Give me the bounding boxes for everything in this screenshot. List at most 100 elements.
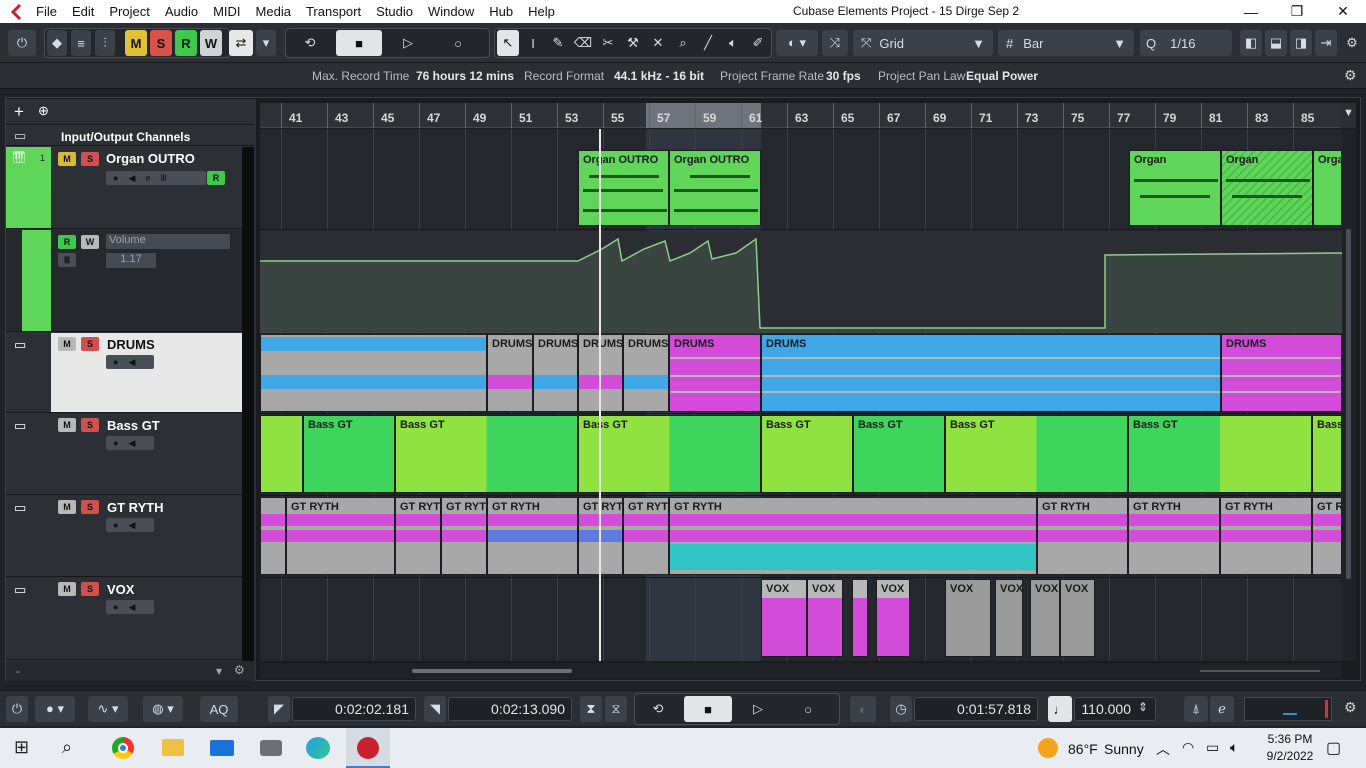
bass-clip[interactable] xyxy=(260,415,303,493)
record-icon[interactable]: ○ xyxy=(790,696,826,722)
bass-clip[interactable]: Bass GT xyxy=(945,415,1128,493)
click-settings-icon[interactable]: ℯ xyxy=(1210,696,1234,722)
lower-zone-icon[interactable]: ⬓ xyxy=(1265,30,1287,56)
minus-icon[interactable]: - xyxy=(16,664,20,678)
inspector-icon[interactable]: ◆ xyxy=(47,30,67,56)
vox-clip[interactable]: VOX xyxy=(945,579,991,657)
mute-all-button[interactable]: M xyxy=(125,30,147,56)
cubase-taskbar-button[interactable] xyxy=(346,728,390,768)
autoscroll-icon[interactable]: ⇄ xyxy=(229,30,253,56)
menu-studio[interactable]: Studio xyxy=(376,4,413,19)
record-enable-icon[interactable]: ● xyxy=(113,438,118,448)
clock-date[interactable]: 9/2/2022 xyxy=(1258,749,1322,763)
quantize-select[interactable]: Q 1/16 xyxy=(1140,30,1232,56)
activate-icon[interactable]: ⏻ xyxy=(6,696,28,722)
bass-clip[interactable]: Bass GT xyxy=(303,415,395,493)
gear-icon[interactable]: ⚙ xyxy=(1342,30,1362,56)
record-icon[interactable]: ○ xyxy=(440,30,476,56)
line-icon[interactable]: ╱ xyxy=(697,30,719,56)
draw-icon[interactable]: ✎ xyxy=(547,30,569,56)
edit-icon[interactable]: e xyxy=(145,173,150,183)
record-enable-icon[interactable]: ● xyxy=(113,520,118,530)
drums-clip[interactable]: DRUMS xyxy=(533,334,578,412)
bass-clip[interactable]: Bass GT xyxy=(395,415,578,493)
glue-icon[interactable]: ⚒ xyxy=(622,30,644,56)
track-gt-ryth[interactable]: ▭ M S GT RYTH ● ◀ xyxy=(6,496,254,577)
cycle-icon[interactable]: ⟲ xyxy=(292,30,328,56)
wifi-icon[interactable]: ◠ xyxy=(1182,739,1194,756)
scroll-thumb[interactable] xyxy=(412,669,572,673)
object-select-icon[interactable]: ↖ xyxy=(497,30,519,56)
menu-transport[interactable]: Transport xyxy=(306,4,361,19)
export-icon[interactable]: ⇥ xyxy=(1315,30,1337,56)
record-format-value[interactable]: 44.1 kHz - 16 bit xyxy=(614,69,704,83)
windows-start-icon[interactable]: ⊞ xyxy=(14,737,29,758)
gt-ryth-clip[interactable]: GT RYTH xyxy=(623,497,669,575)
mute-button[interactable]: M xyxy=(58,500,76,514)
organ-clip[interactable]: Organ xyxy=(1221,150,1313,226)
frame-rate-value[interactable]: 30 fps xyxy=(826,69,861,83)
scroll-thumb[interactable] xyxy=(1346,229,1351,579)
mute-button[interactable]: M xyxy=(58,337,76,351)
gt-ryth-clip[interactable]: GT RYTH xyxy=(487,497,578,575)
mute-button[interactable]: M xyxy=(58,418,76,432)
track-name[interactable]: GT RYTH xyxy=(107,500,164,515)
menu-media[interactable]: Media xyxy=(256,4,291,19)
track-bass-gt[interactable]: ▭ M S Bass GT ● ◀ xyxy=(6,414,254,495)
range-select-icon[interactable]: I xyxy=(522,30,544,56)
track-name[interactable]: DRUMS xyxy=(107,337,155,352)
mute-automation-button[interactable]: Ⅲ xyxy=(58,253,76,267)
left-locator-time[interactable]: 0:02:02.181 xyxy=(292,697,416,721)
solo-all-button[interactable]: S xyxy=(150,30,172,56)
grid-type-select[interactable]: # Bar ▼ xyxy=(998,30,1134,56)
weather-temp[interactable]: 86°F xyxy=(1068,741,1098,757)
left-zone-icon[interactable]: ◧ xyxy=(1240,30,1262,56)
play-icon[interactable]: ▷ xyxy=(390,30,426,56)
organ-clip[interactable]: Organ OUTRO xyxy=(578,150,669,226)
menu-hub[interactable]: Hub xyxy=(489,4,513,19)
vox-clip[interactable]: VOX xyxy=(995,579,1023,657)
bass-clip[interactable]: Bass GT xyxy=(1128,415,1312,493)
record-mode-icon[interactable]: ● ▾ xyxy=(35,696,75,722)
read-all-button[interactable]: R xyxy=(175,30,197,56)
write-all-button[interactable]: W xyxy=(200,30,222,56)
bass-clip[interactable]: Bass GT xyxy=(761,415,853,493)
drums-clip[interactable]: DRUMS xyxy=(761,334,1221,412)
file-explorer-icon[interactable] xyxy=(162,739,184,756)
write-button[interactable]: W xyxy=(81,235,99,249)
punch-out-icon[interactable]: ⧖ xyxy=(605,696,627,722)
gt-ryth-clip[interactable] xyxy=(260,497,286,575)
vox-clip[interactable]: VOX xyxy=(1030,579,1060,657)
palette-icon[interactable]: ◍ ▾ xyxy=(143,696,183,722)
gt-ryth-clip[interactable]: GT RYTH xyxy=(1128,497,1220,575)
mail-icon[interactable] xyxy=(210,740,234,756)
menu-file[interactable]: File xyxy=(36,4,57,19)
snap-on-icon[interactable]: ⤨ xyxy=(822,30,848,56)
left-locator-icon[interactable]: ◤ xyxy=(268,696,290,722)
read-button[interactable]: R xyxy=(207,171,225,185)
organ-clip[interactable]: Organ OUTRO xyxy=(669,150,761,226)
solo-button[interactable]: S xyxy=(81,418,99,432)
bass-clip[interactable]: Bass GT xyxy=(853,415,945,493)
record-enable-icon[interactable]: ● xyxy=(113,173,118,183)
drums-clip[interactable] xyxy=(260,334,487,412)
close-button[interactable]: ✕ xyxy=(1320,0,1366,23)
vox-clip[interactable] xyxy=(852,579,868,657)
vox-clip[interactable]: VOX xyxy=(1060,579,1095,657)
drums-clip[interactable]: DRUMS xyxy=(669,334,761,412)
drums-clip[interactable]: DRUMS xyxy=(487,334,533,412)
organ-clip[interactable]: Orga xyxy=(1313,150,1342,226)
tempo-stepper-icon[interactable]: ⇕ xyxy=(1138,700,1148,714)
restore-button[interactable]: ❐ xyxy=(1274,0,1320,23)
minimize-button[interactable]: — xyxy=(1228,0,1274,23)
playhead-cursor[interactable] xyxy=(599,129,601,661)
search-icon[interactable]: ⌕ xyxy=(62,737,72,758)
record-enable-icon[interactable]: ● xyxy=(113,602,118,612)
add-track-icon[interactable]: + xyxy=(14,102,24,122)
chevron-down-icon[interactable]: ▾ xyxy=(256,30,276,56)
event-display[interactable]: Organ OUTRO Organ OUTRO Organ Organ Orga xyxy=(260,129,1342,661)
erase-icon[interactable]: ⌫ xyxy=(572,30,594,56)
ruler-menu[interactable]: ▼ xyxy=(1340,103,1356,128)
menu-audio[interactable]: Audio xyxy=(165,4,198,19)
record-enable-icon[interactable]: ● xyxy=(113,357,118,367)
